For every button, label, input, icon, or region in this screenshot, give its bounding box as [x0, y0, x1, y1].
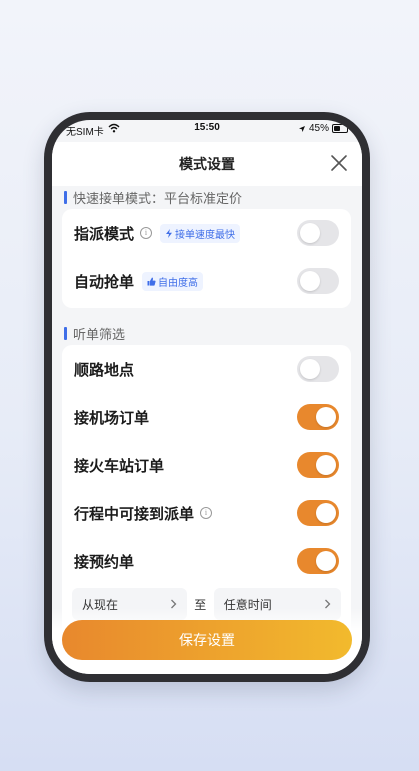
freedom-tag: 自由度高 — [142, 271, 204, 291]
toggle-knob — [316, 407, 336, 427]
airport-orders-toggle[interactable] — [297, 404, 339, 430]
filter-card: 顺路地点 接机场订单 接火车站订单 行程中可接到派单 i 接预约单 从现在 至 … — [62, 345, 351, 645]
row-label: 接火车站订单 — [74, 456, 165, 475]
battery-icon — [332, 124, 348, 133]
section-title-text: 快速接单模式：平台标准定价 — [73, 192, 243, 207]
battery-percent: 45% — [308, 123, 329, 134]
dispatch-during-trip-toggle[interactable] — [297, 500, 339, 526]
tag-text: 接单速度最快 — [175, 229, 236, 241]
section-title-filter: 听单筛选 — [64, 324, 125, 343]
toggle-knob — [300, 359, 320, 379]
phone-frame: 无SIM卡 15:50 45% 模式设置 快速接单模式：平台标准定价 指派模式 … — [44, 112, 370, 682]
toggle-knob — [316, 455, 336, 475]
quick-mode-card: 指派模式 i 接单速度最快 自动抢单 自由度高 — [62, 209, 351, 308]
section-marker — [64, 191, 67, 204]
speed-tag: 接单速度最快 — [160, 223, 241, 243]
status-right: 45% — [298, 123, 348, 134]
row-along-route: 顺路地点 — [74, 354, 339, 384]
reservation-orders-toggle[interactable] — [297, 548, 339, 574]
info-icon[interactable]: i — [140, 227, 153, 239]
row-station-orders: 接火车站订单 — [74, 450, 339, 480]
page-title: 模式设置 — [179, 157, 235, 173]
nav-bar: 模式设置 — [52, 142, 362, 186]
bolt-icon — [166, 228, 173, 238]
status-bar: 无SIM卡 15:50 45% — [52, 120, 362, 138]
row-label: 接机场订单 — [74, 408, 150, 427]
row-assign-mode: 指派模式 i 接单速度最快 — [74, 218, 339, 248]
toggle-knob — [316, 503, 336, 523]
tag-text: 自由度高 — [158, 277, 199, 289]
section-title-text: 听单筛选 — [73, 328, 126, 343]
close-icon[interactable] — [328, 152, 350, 174]
toggle-knob — [300, 271, 320, 291]
station-orders-toggle[interactable] — [297, 452, 339, 478]
section-title-quick-mode: 快速接单模式：平台标准定价 — [64, 188, 242, 207]
info-icon[interactable]: i — [200, 507, 213, 519]
auto-grab-toggle[interactable] — [297, 268, 339, 294]
row-airport-orders: 接机场订单 — [74, 402, 339, 432]
row-label: 自动抢单 — [74, 272, 135, 291]
row-dispatch-during-trip: 行程中可接到派单 i — [74, 498, 339, 528]
assign-mode-toggle[interactable] — [297, 220, 339, 246]
row-auto-grab: 自动抢单 自由度高 — [74, 266, 339, 296]
app-screen: 无SIM卡 15:50 45% 模式设置 快速接单模式：平台标准定价 指派模式 … — [52, 120, 362, 674]
toggle-knob — [300, 223, 320, 243]
along-route-toggle[interactable] — [297, 356, 339, 382]
location-arrow-icon — [298, 125, 305, 132]
section-marker — [64, 327, 67, 340]
toggle-knob — [316, 551, 336, 571]
save-settings-button[interactable]: 保存设置 — [62, 620, 352, 660]
row-label: 接预约单 — [74, 552, 135, 571]
thumb-up-icon — [147, 277, 156, 286]
row-label: 顺路地点 — [74, 360, 135, 379]
row-reservation-orders: 接预约单 — [74, 546, 339, 576]
row-label: 行程中可接到派单 — [74, 504, 195, 523]
row-label: 指派模式 — [74, 224, 135, 243]
